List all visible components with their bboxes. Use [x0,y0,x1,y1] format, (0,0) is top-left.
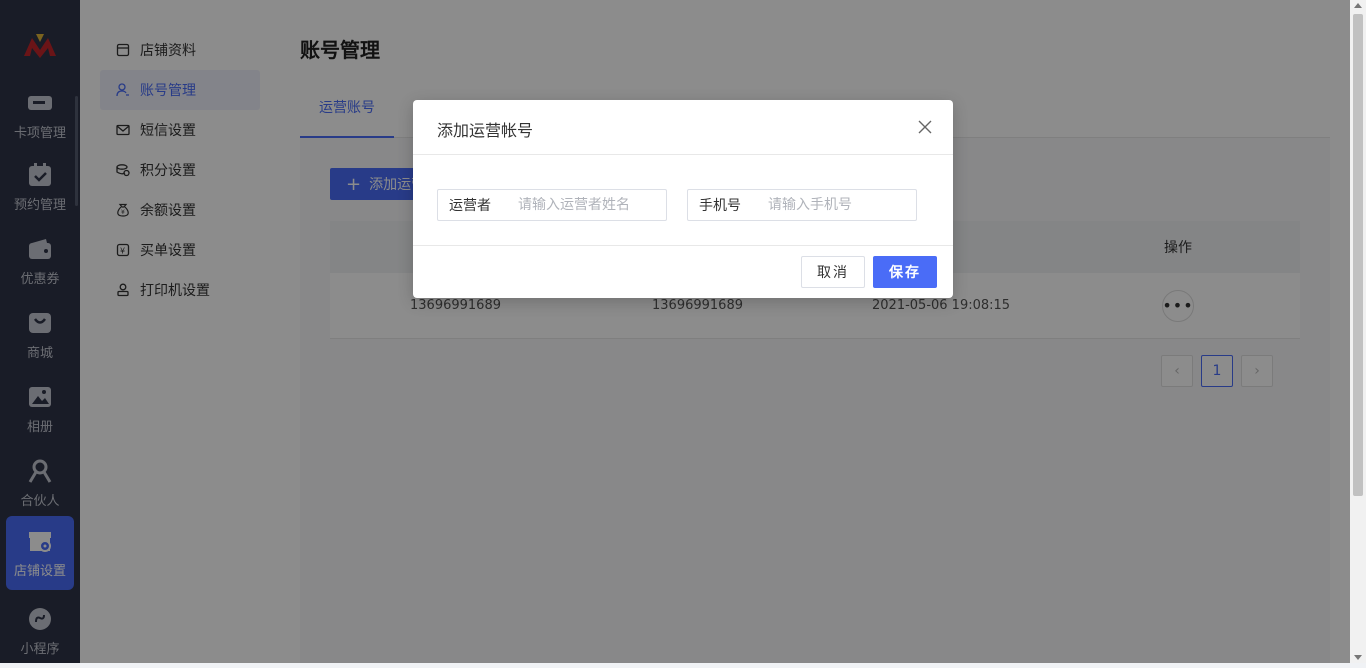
save-button[interactable]: 保存 [873,256,937,288]
scroll-up-arrow[interactable] [1354,3,1362,8]
operator-name-field: 运营者 [437,189,667,221]
operator-label: 运营者 [449,198,491,214]
phone-label: 手机号 [699,198,741,214]
page-scrollbar[interactable] [1350,0,1366,663]
dialog-header: 添加运营帐号 [413,100,953,155]
close-icon[interactable] [917,119,933,135]
dialog-footer: 取消 保存 [413,245,953,298]
phone-field: 手机号 [687,189,917,221]
operator-name-input[interactable] [518,197,658,213]
cancel-button[interactable]: 取消 [801,256,865,288]
dialog-title: 添加运营帐号 [437,121,534,140]
scroll-thumb[interactable] [1353,14,1363,496]
phone-input[interactable] [768,197,908,213]
add-operator-dialog: 添加运营帐号 运营者 手机号 取消 保存 [413,100,953,298]
scroll-down-arrow[interactable] [1354,655,1362,660]
